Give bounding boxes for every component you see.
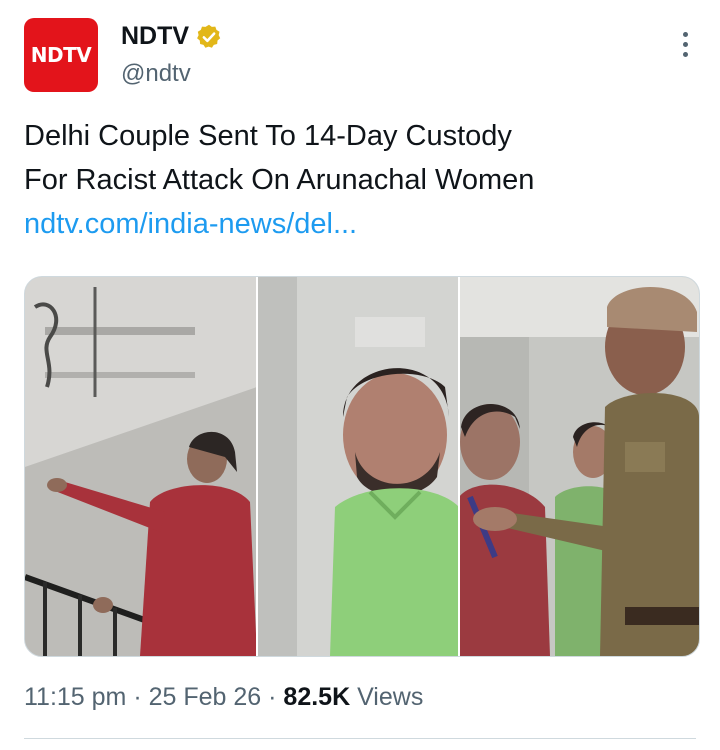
tweet-media-image[interactable] <box>24 276 700 657</box>
tweet-header: NDTV NDTV @ndtv <box>24 18 696 98</box>
meta-separator: · <box>261 683 284 711</box>
divider <box>24 738 696 739</box>
more-options-icon[interactable] <box>680 32 690 62</box>
author-avatar[interactable]: NDTV <box>24 18 98 92</box>
tweet-text-line-1: Delhi Couple Sent To 14-Day Custody <box>24 120 512 152</box>
views-label: Views <box>350 683 424 711</box>
tweet-text-line-2: For Racist Attack On Arunachal Women <box>24 164 535 196</box>
media-panel-1 <box>25 277 257 656</box>
verified-badge-icon[interactable] <box>195 23 223 51</box>
tweet-link[interactable]: ndtv.com/india-news/del... <box>24 202 696 246</box>
media-collage <box>25 277 699 656</box>
author-name-row: NDTV <box>121 22 223 51</box>
tweet-date[interactable]: 25 Feb 26 <box>149 683 262 711</box>
meta-separator: · <box>126 683 149 711</box>
views-count: 82.5K <box>283 683 351 711</box>
author-display-name[interactable]: NDTV <box>121 22 189 51</box>
media-panel-3 <box>459 277 699 656</box>
author-handle[interactable]: @ndtv <box>121 60 191 88</box>
tweet-text: Delhi Couple Sent To 14-Day Custody For … <box>24 114 696 246</box>
media-panel-2 <box>257 277 459 656</box>
tweet-meta: 11:15 pm · 25 Feb 26 · 82.5K Views <box>24 683 423 712</box>
tweet-time[interactable]: 11:15 pm <box>24 683 126 711</box>
avatar-logo-text: NDTV <box>30 43 92 67</box>
